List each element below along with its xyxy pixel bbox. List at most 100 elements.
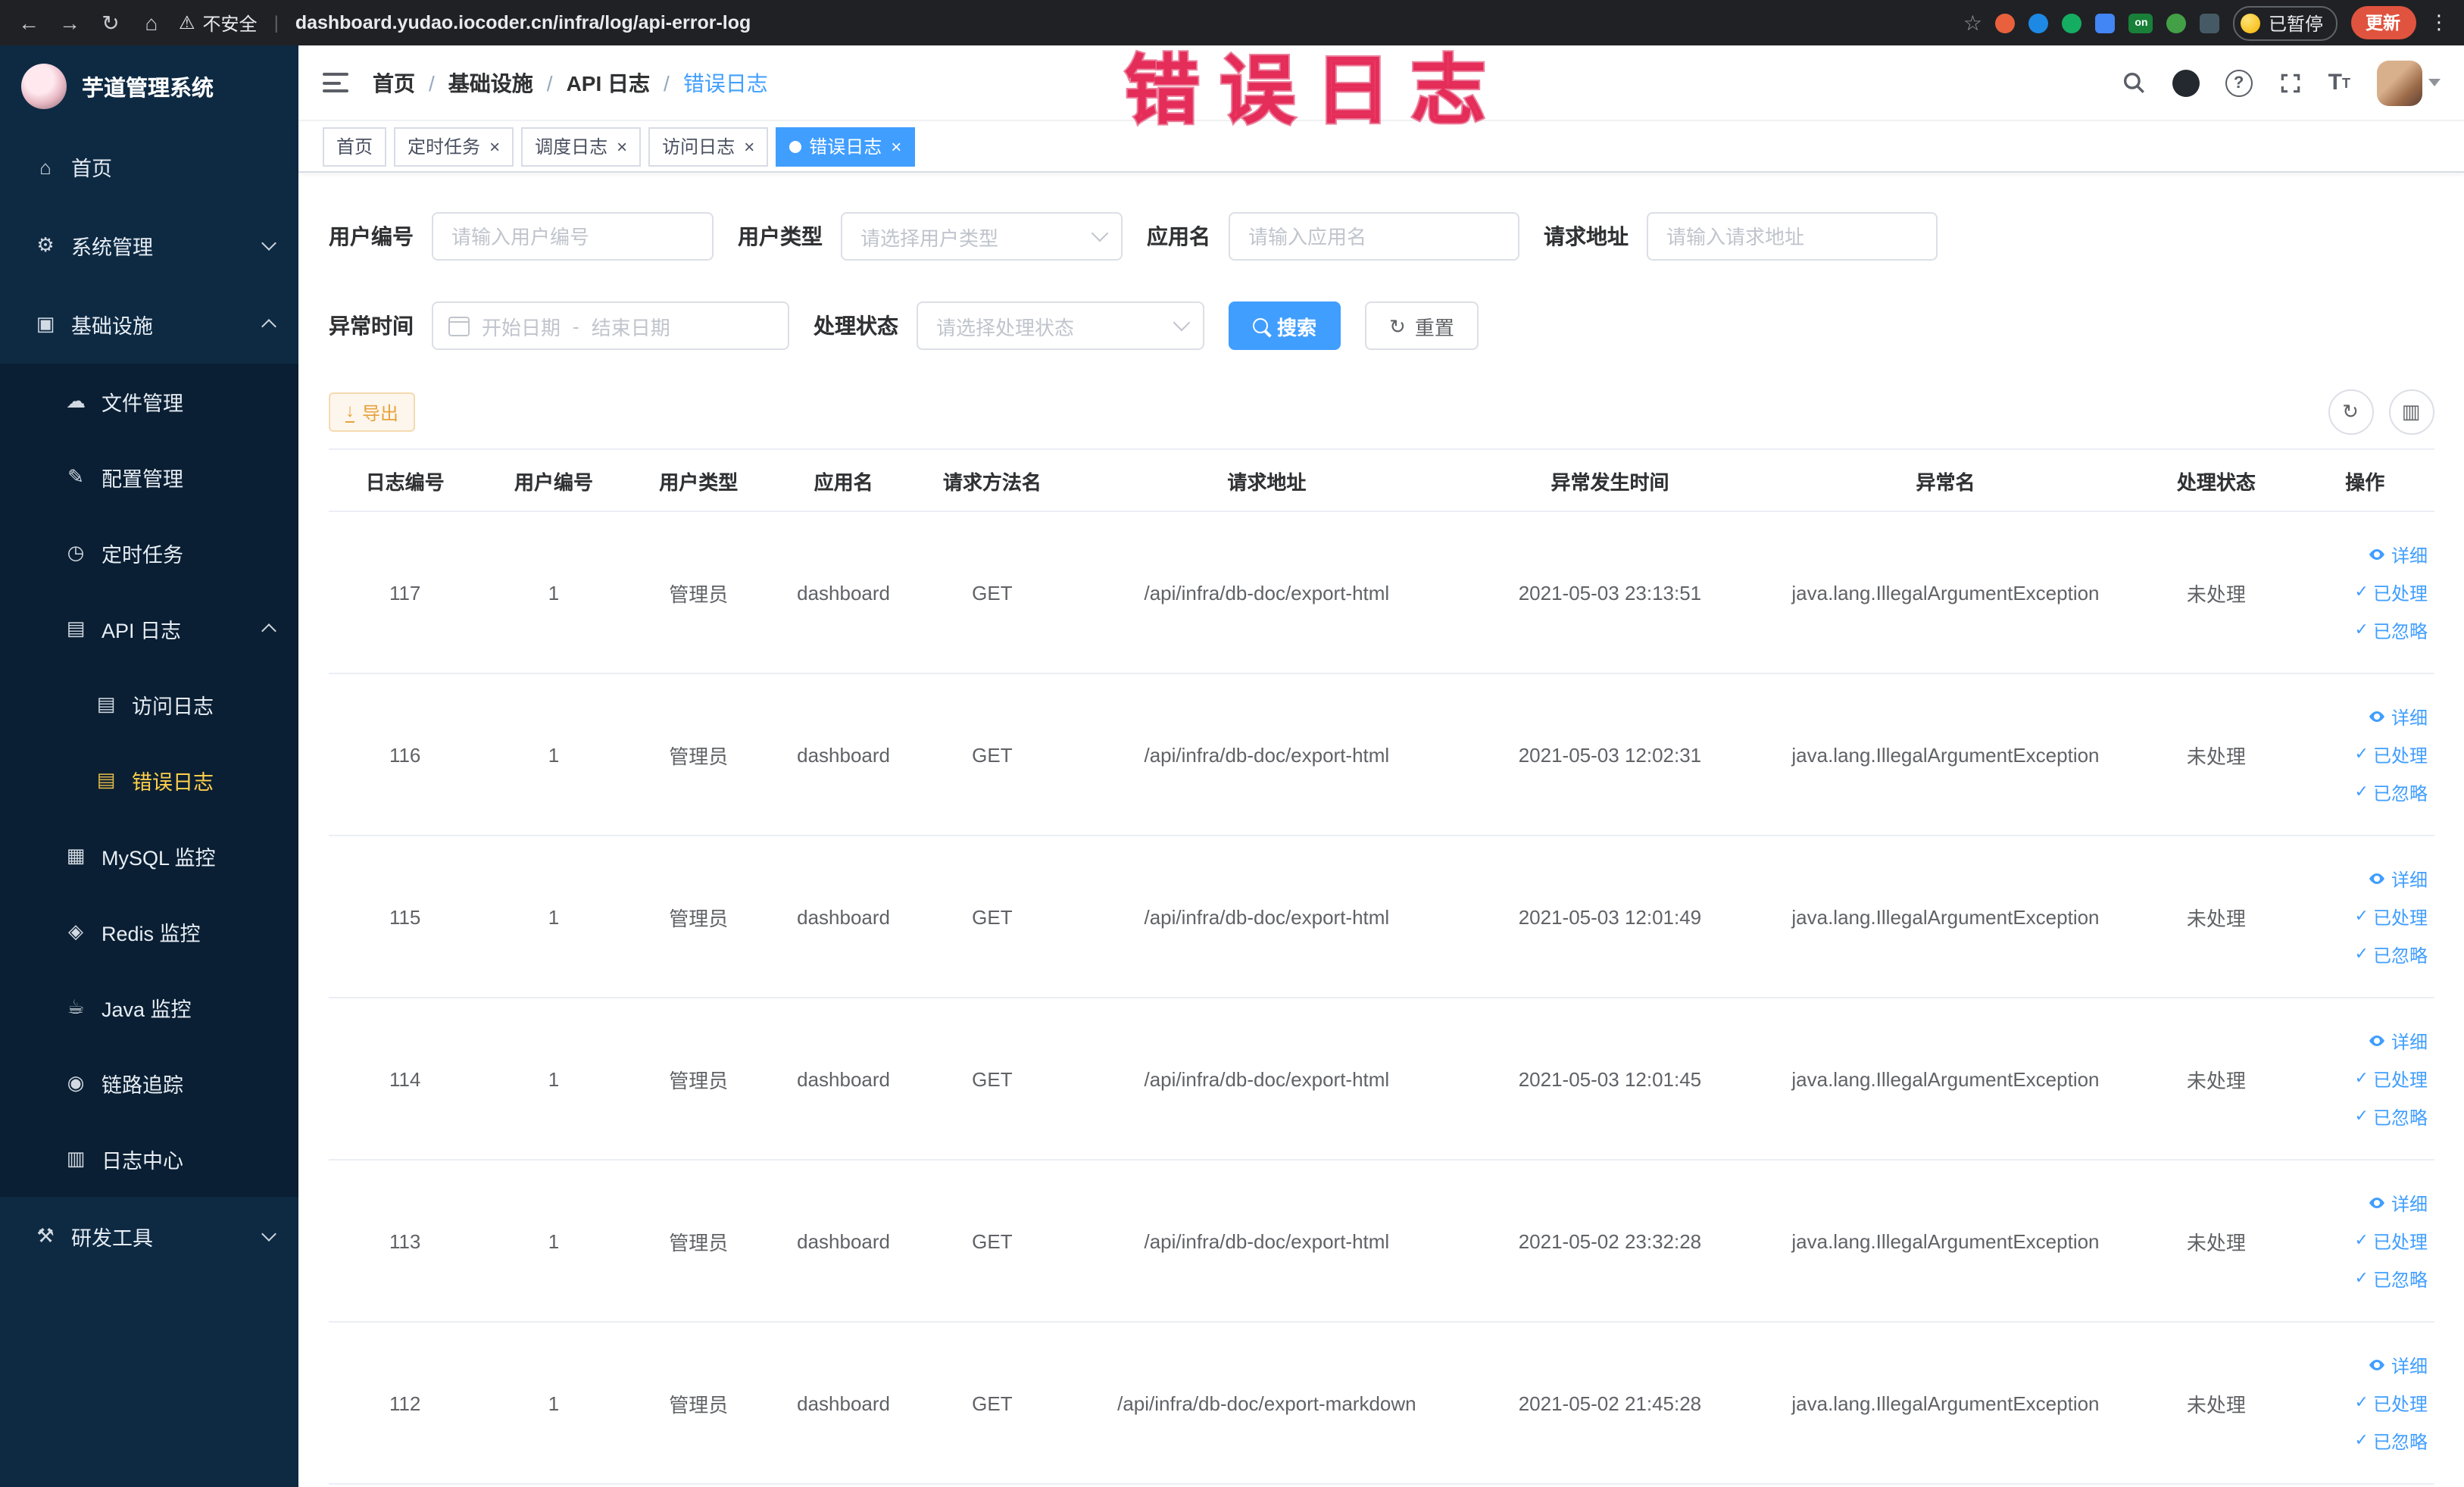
reset-button[interactable]: ↻ 重置 (1365, 301, 1479, 350)
cell-exception-time: 2021-05-03 12:02:31 (1465, 673, 1755, 836)
search-icon[interactable] (2121, 70, 2147, 95)
check-icon: ✓ (2354, 1393, 2369, 1411)
sidebar-menu-item[interactable]: ◈ Redis 监控 (0, 894, 298, 970)
cell-app-name: dashboard (770, 511, 917, 674)
detail-link[interactable]: 详细 (2369, 704, 2428, 729)
user-type-select[interactable]: 请选择用户类型 (841, 212, 1123, 261)
user-avatar[interactable] (2376, 60, 2440, 105)
column-header: 用户编号 (481, 448, 626, 512)
sidebar-menu-item[interactable]: ⚙ 系统管理 (0, 206, 298, 285)
process-status-select[interactable]: 请选择处理状态 (917, 301, 1204, 350)
sidebar-menu-item[interactable]: ◉ 链路追踪 (0, 1045, 298, 1121)
detail-link[interactable]: 详细 (2369, 542, 2428, 567)
sidebar-menu-item[interactable]: ⌂ 首页 (0, 127, 298, 206)
column-settings-button[interactable]: ▥ (2388, 389, 2434, 435)
check-icon: ✓ (2354, 1269, 2369, 1287)
cell-log-id: 117 (329, 511, 482, 674)
extension-icon-2[interactable] (2028, 13, 2049, 33)
processed-link[interactable]: ✓ 已处理 (2355, 579, 2428, 605)
processed-link[interactable]: ✓ 已处理 (2355, 1390, 2428, 1416)
close-icon[interactable]: × (744, 137, 754, 155)
extension-icon-6[interactable] (2200, 13, 2220, 33)
close-icon[interactable]: × (489, 137, 500, 155)
paused-badge[interactable]: 已暂停 (2233, 5, 2337, 40)
ignored-link[interactable]: ✓ 已忽略 (2355, 779, 2428, 805)
cell-user-id: 1 (481, 511, 626, 674)
reload-icon[interactable]: ↻ (97, 10, 124, 36)
sidebar-item-label: Java 监控 (101, 998, 192, 1021)
cell-status: 未处理 (2136, 511, 2297, 674)
sidebar-menu-item[interactable]: ☁ 文件管理 (0, 364, 298, 439)
processed-link[interactable]: ✓ 已处理 (2355, 904, 2428, 929)
date-range-picker[interactable]: 开始日期 - 结束日期 (432, 301, 789, 350)
view-tab[interactable]: 错误日志 × (776, 127, 916, 166)
bookmark-star-icon[interactable]: ☆ (1963, 10, 1982, 36)
view-tab[interactable]: 定时任务 × (394, 127, 514, 166)
sidebar-menu-item[interactable]: ▦ MySQL 监控 (0, 818, 298, 894)
cell-method: GET (916, 673, 1069, 836)
sidebar-menu-item[interactable]: ▤ API 日志 (0, 591, 298, 667)
cell-status: 未处理 (2136, 1160, 2297, 1323)
logo[interactable]: 芋道管理系统 (0, 45, 298, 127)
view-tab[interactable]: 首页 (323, 127, 387, 166)
collapse-sidebar-icon[interactable] (323, 73, 348, 92)
ignored-link[interactable]: ✓ 已忽略 (2355, 1266, 2428, 1292)
close-icon[interactable]: × (891, 137, 901, 155)
update-button[interactable]: 更新 (2350, 6, 2416, 39)
view-tab[interactable]: 访问日志 × (648, 127, 769, 166)
extension-icon-5[interactable] (2166, 13, 2187, 33)
detail-link[interactable]: 详细 (2369, 1352, 2428, 1378)
user-id-input[interactable] (432, 212, 714, 261)
url-bar[interactable]: dashboard.yudao.iocoder.cn/infra/log/api… (295, 12, 751, 33)
forward-icon[interactable]: → (56, 11, 83, 35)
sidebar-menu-item[interactable]: ◷ 定时任务 (0, 515, 298, 591)
sidebar-menu-item[interactable]: ▤ 错误日志 (0, 742, 298, 818)
extension-icon-4[interactable] (2095, 13, 2116, 33)
sidebar-item-label: 配置管理 (101, 468, 183, 491)
ignored-link[interactable]: ✓ 已忽略 (2355, 942, 2428, 967)
cell-log-id: 116 (329, 673, 482, 836)
table-row: 115 1 管理员 dashboard GET /api/infra/db-do… (329, 836, 2434, 998)
sidebar-menu-item[interactable]: ✎ 配置管理 (0, 439, 298, 515)
processed-link[interactable]: ✓ 已处理 (2355, 1228, 2428, 1254)
view-tab[interactable]: 调度日志 × (521, 127, 642, 166)
help-icon[interactable]: ? (2225, 69, 2253, 96)
ignored-link[interactable]: ✓ 已忽略 (2355, 617, 2428, 643)
sidebar-menu-item[interactable]: ▥ 日志中心 (0, 1121, 298, 1197)
detail-link[interactable]: 详细 (2369, 1190, 2428, 1216)
error-log-table: 日志编号 用户编号 用户类型 应用名 请求方法名 请求地址 异常发生时间 异常名 处理状态 操作 … (329, 448, 2434, 1485)
font-size-icon[interactable]: TT (2328, 70, 2350, 95)
export-button[interactable]: ↓ 导出 (329, 392, 416, 432)
home-icon[interactable]: ⌂ (138, 11, 165, 35)
ignored-link[interactable]: ✓ 已忽略 (2355, 1104, 2428, 1129)
ignored-link[interactable]: ✓ 已忽略 (2355, 1428, 2428, 1454)
breadcrumb-item[interactable]: API 日志 (567, 67, 650, 98)
cell-exception-name: java.lang.IllegalArgumentException (1754, 998, 2137, 1161)
search-button[interactable]: 搜索 (1229, 301, 1341, 350)
breadcrumb-item[interactable]: 首页 (373, 67, 415, 98)
processed-link[interactable]: ✓ 已处理 (2355, 742, 2428, 767)
github-icon[interactable] (2172, 69, 2200, 96)
app-name-input[interactable] (1229, 212, 1519, 261)
detail-link[interactable]: 详细 (2369, 866, 2428, 892)
breadcrumb-item[interactable]: 基础设施 (448, 67, 533, 98)
extension-icon-1[interactable] (1995, 13, 2016, 33)
fullscreen-icon[interactable] (2278, 70, 2303, 95)
sidebar-menu-item[interactable]: ☕ Java 监控 (0, 970, 298, 1045)
sidebar-menu-item[interactable]: ▣ 基础设施 (0, 285, 298, 364)
extension-on-icon[interactable]: on (2128, 13, 2153, 33)
sidebar-menu-item[interactable]: ⚒ 研发工具 (0, 1197, 298, 1276)
cell-method: GET (916, 511, 1069, 674)
security-chip[interactable]: ⚠ 不安全 (179, 10, 258, 36)
filter-user-type: 用户类型 请选择用户类型 (738, 212, 1123, 261)
request-url-input[interactable] (1647, 212, 1938, 261)
check-icon: ✓ (2354, 1431, 2369, 1449)
extension-icon-3[interactable] (2062, 13, 2082, 33)
processed-link[interactable]: ✓ 已处理 (2355, 1066, 2428, 1092)
sidebar-menu-item[interactable]: ▤ 访问日志 (0, 667, 298, 742)
close-icon[interactable]: × (617, 137, 627, 155)
back-icon[interactable]: ← (15, 11, 42, 35)
detail-link[interactable]: 详细 (2369, 1028, 2428, 1054)
refresh-table-button[interactable]: ↻ (2328, 389, 2373, 435)
chrome-menu-icon[interactable]: ⋮ (2429, 11, 2449, 35)
